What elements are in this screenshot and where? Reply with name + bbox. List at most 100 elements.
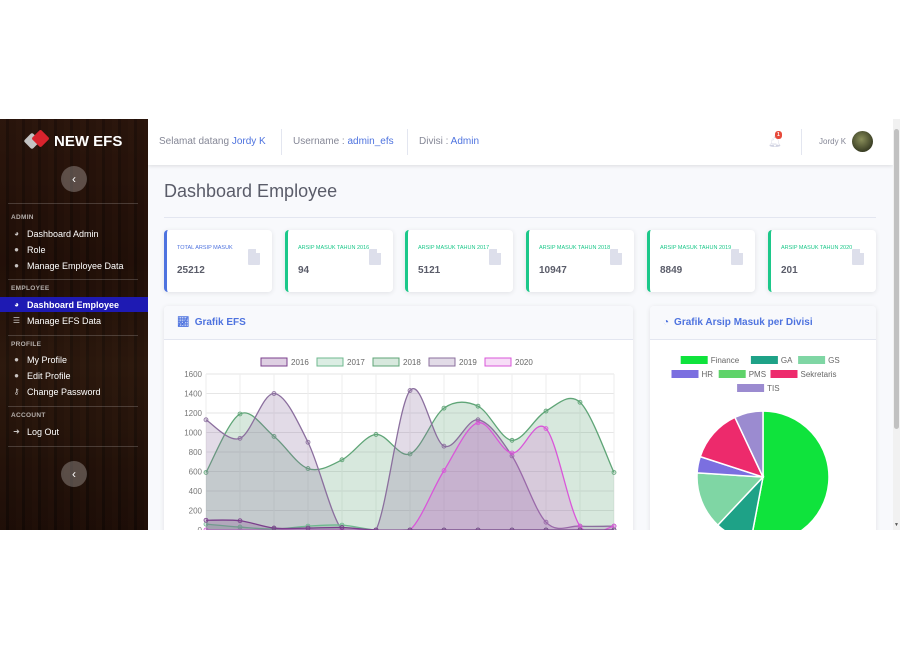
legend-label: PMS	[749, 370, 766, 379]
sidebar-divider	[8, 406, 138, 407]
sidebar-item-dashboard-employee[interactable]: ◕ Dashboard Employee	[0, 297, 148, 312]
sidebar-heading-employee: EMPLOYEE	[11, 285, 50, 292]
data-point	[509, 450, 515, 456]
legend-swatch	[718, 370, 746, 378]
data-point	[475, 420, 481, 426]
legend-swatch	[750, 356, 778, 364]
welcome-prefix: Selamat datang	[159, 136, 232, 147]
stat-label: ARSIP MASUK TAHUN 2019	[660, 245, 732, 251]
data-point	[237, 411, 243, 417]
sidebar-toggle-button[interactable]: ‹	[61, 166, 87, 192]
stat-value: 5121	[418, 265, 441, 276]
sidebar-divider	[8, 203, 138, 204]
user-icon: ●	[14, 355, 19, 364]
data-point	[373, 432, 379, 437]
stat-label: ARSIP MASUK TAHUN 2017	[418, 245, 490, 251]
brand[interactable]: NEW EFS	[23, 129, 123, 150]
username-prefix: Username :	[293, 136, 348, 147]
legend-swatch	[737, 384, 765, 392]
sidebar-divider	[8, 279, 138, 280]
y-tick-label: 400	[189, 487, 203, 496]
y-tick-label: 0	[198, 526, 203, 530]
y-tick-label: 800	[189, 448, 203, 457]
data-point	[509, 437, 515, 443]
y-tick-label: 1600	[184, 370, 202, 379]
card-title: Grafik Arsip Masuk per Divisi	[674, 317, 813, 328]
legend-label: 2017	[347, 358, 365, 367]
sidebar-toggle-button-secondary[interactable]: ‹	[61, 461, 87, 487]
data-point	[475, 527, 481, 530]
legend-label: 2016	[291, 358, 309, 367]
user-name[interactable]: Jordy K	[819, 137, 846, 146]
legend-swatch	[260, 357, 288, 367]
sidebar-item-role[interactable]: ● Role	[0, 242, 148, 257]
tachometer-icon: ◕	[14, 229, 19, 238]
sidebar-item-dashboard-admin[interactable]: ◕ Dashboard Admin	[0, 226, 148, 241]
legend-label: 2020	[515, 358, 533, 367]
legend-label: Sekretaris	[801, 370, 837, 379]
notification-button[interactable]: 🔔︎ 1	[768, 131, 782, 148]
sidebar-heading-admin: ADMIN	[11, 214, 34, 221]
welcome-name: Jordy K	[231, 136, 266, 147]
scrollbar[interactable]: ▼	[893, 119, 900, 530]
data-point	[611, 470, 617, 475]
data-point	[271, 525, 277, 530]
stat-card-2016: ARSIP MASUK TAHUN 2016 94	[285, 230, 393, 292]
legend-label: TIS	[767, 384, 779, 393]
welcome-text: Selamat datang Jordy K	[159, 136, 266, 147]
notification-badge: 1	[775, 131, 782, 139]
legend-label: Finance	[711, 356, 740, 365]
y-tick-label: 1200	[184, 409, 202, 418]
tachometer-icon: ◕	[14, 300, 19, 309]
stat-value: 94	[298, 265, 310, 276]
username-text: Username : admin_efs	[293, 136, 394, 147]
brand-name: NEW EFS	[54, 132, 123, 150]
y-tick-label: 1000	[184, 429, 202, 438]
data-point	[305, 439, 311, 445]
divisi-value: Admin	[450, 136, 480, 147]
legend-swatch	[428, 357, 456, 367]
sidebar-item-my-profile[interactable]: ● My Profile	[0, 352, 148, 367]
data-point	[543, 527, 549, 530]
file-icon	[610, 249, 622, 265]
sidebar-item-label: Manage Employee Data	[27, 260, 124, 271]
scrollbar-thumb[interactable]	[894, 129, 899, 429]
sign-out-icon: ➜	[13, 427, 20, 436]
card-header: 📈︎ Grafik EFS	[164, 306, 633, 340]
sidebar-item-log-out[interactable]: ➜ Log Out	[0, 424, 148, 439]
legend-swatch	[671, 370, 699, 378]
legend-swatch	[770, 370, 798, 378]
title-divider	[164, 217, 876, 218]
stat-card-2020: ARSIP MASUK TAHUN 2020 201	[768, 230, 876, 292]
scroll-down-icon[interactable]: ▼	[894, 522, 899, 528]
data-point	[203, 417, 209, 423]
data-point	[543, 426, 549, 431]
avatar[interactable]	[852, 131, 873, 152]
data-point	[339, 525, 345, 530]
sidebar-item-edit-profile[interactable]: ● Edit Profile	[0, 368, 148, 383]
file-icon	[248, 249, 260, 265]
pie-chart-card: ◔ Grafik Arsip Masuk per Divisi Finance G…	[650, 306, 876, 530]
data-point	[339, 457, 345, 463]
topbar-divider	[281, 129, 282, 155]
y-tick-label: 200	[189, 507, 203, 516]
legend-label: GS	[828, 356, 840, 365]
legend-swatch	[372, 357, 400, 367]
data-point	[373, 527, 379, 530]
efs-logo-icon	[23, 129, 50, 150]
sidebar-item-manage-efs[interactable]: ☰ Manage EFS Data	[0, 313, 148, 328]
sidebar-divider	[8, 446, 138, 447]
legend-swatch	[680, 356, 708, 364]
sidebar-item-change-password[interactable]: ⚷ Change Password	[0, 384, 148, 399]
stat-value: 25212	[177, 265, 205, 276]
sidebar-item-label: Edit Profile	[27, 370, 71, 381]
stat-label: TOTAL ARSIP MASUK	[177, 245, 233, 251]
stat-value: 10947	[539, 265, 567, 276]
sidebar-item-label: Log Out	[27, 426, 60, 437]
efs-chart-card: 📈︎ Grafik EFS 0 200 400 600 800 1000 1200 1400 1…	[164, 306, 633, 530]
sidebar-heading-profile: PROFILE	[11, 341, 42, 348]
legend-label: HR	[702, 370, 714, 379]
sidebar-item-manage-employee[interactable]: ● Manage Employee Data	[0, 258, 148, 273]
data-point	[509, 527, 515, 530]
data-point	[577, 527, 583, 530]
